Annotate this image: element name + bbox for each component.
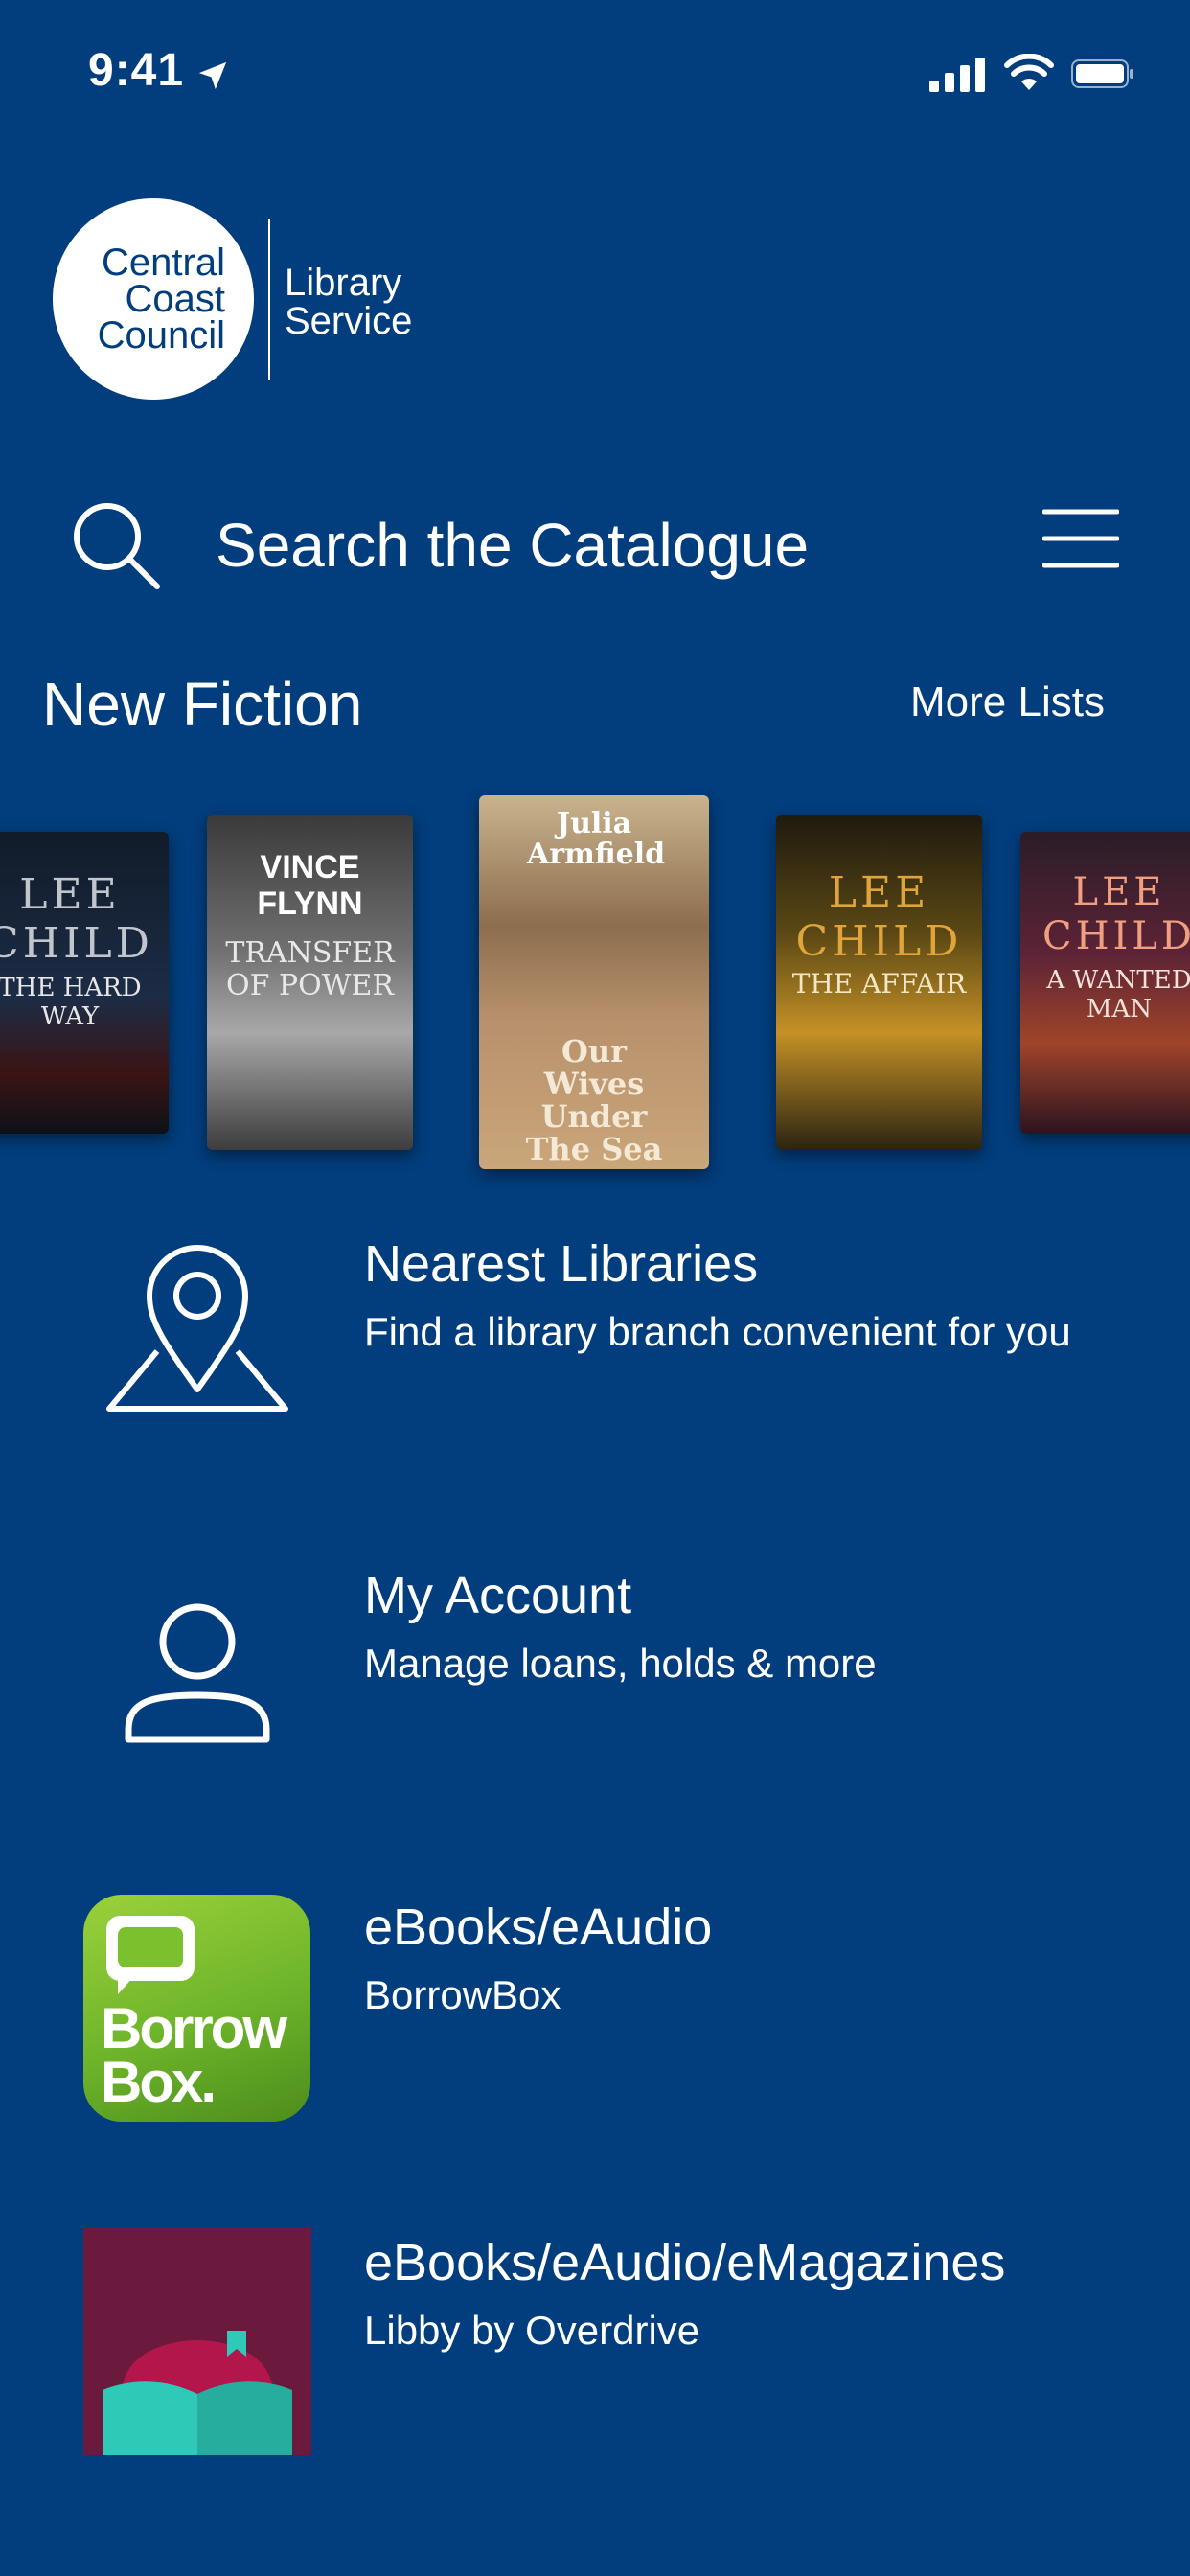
item-subtitle: Manage loans, holds & more xyxy=(364,1641,877,1686)
item-subtitle: Find a library branch convenient for you xyxy=(364,1309,1071,1354)
book-cover[interactable]: LEE CHILD THE HARD WAY xyxy=(0,832,169,1134)
status-time: 9:41 xyxy=(88,45,185,96)
book-cover[interactable]: LEE CHILD THE AFFAIR xyxy=(776,815,982,1150)
item-title: My Account xyxy=(364,1567,632,1624)
logo-divider xyxy=(268,218,270,380)
nearest-libraries-item[interactable]: Nearest Libraries Find a library branch … xyxy=(57,1217,1150,1438)
council-logo-text: Central Coast Council xyxy=(97,242,225,356)
borrowbox-app-icon: Borrow Box. xyxy=(83,1895,310,2122)
search-icon[interactable] xyxy=(69,498,161,590)
wifi-icon xyxy=(1004,54,1054,90)
item-subtitle: Libby by Overdrive xyxy=(364,2308,700,2353)
person-icon xyxy=(125,1603,270,1743)
book-cover[interactable]: LEE CHILD A WANTED MAN xyxy=(1020,832,1190,1134)
book-cover[interactable]: Julia Armfield Our Wives Under The Sea xyxy=(479,795,709,1169)
item-title: eBooks/eAudio xyxy=(364,1898,713,1956)
new-fiction-title: New Fiction xyxy=(42,670,363,739)
libby-item[interactable]: eBooks/eAudio/eMagazines Libby by Overdr… xyxy=(57,2223,1150,2463)
item-title: Nearest Libraries xyxy=(364,1235,759,1293)
hamburger-menu-icon[interactable] xyxy=(1042,508,1119,569)
cellular-signal-icon xyxy=(929,58,985,92)
book-cover[interactable]: VINCE FLYNN TRANSFER OF POWER xyxy=(207,815,413,1150)
my-account-item[interactable]: My Account Manage loans, holds & more xyxy=(57,1552,1150,1773)
library-service-label: Library Service xyxy=(285,262,413,342)
item-subtitle: BorrowBox xyxy=(364,1972,561,2017)
borrowbox-item[interactable]: Borrow Box. eBooks/eAudio BorrowBox xyxy=(57,1888,1150,2128)
item-title: eBooks/eAudio/eMagazines xyxy=(364,2234,1006,2291)
location-arrow-icon xyxy=(198,61,227,90)
more-lists-link[interactable]: More Lists xyxy=(910,678,1105,726)
council-logo: Central Coast Council xyxy=(53,198,254,400)
libby-app-icon xyxy=(83,2227,311,2455)
map-pin-icon xyxy=(106,1245,288,1412)
battery-icon xyxy=(1071,59,1133,88)
search-input[interactable]: Search the Catalogue xyxy=(216,510,809,581)
libby-book-icon xyxy=(103,2331,292,2455)
